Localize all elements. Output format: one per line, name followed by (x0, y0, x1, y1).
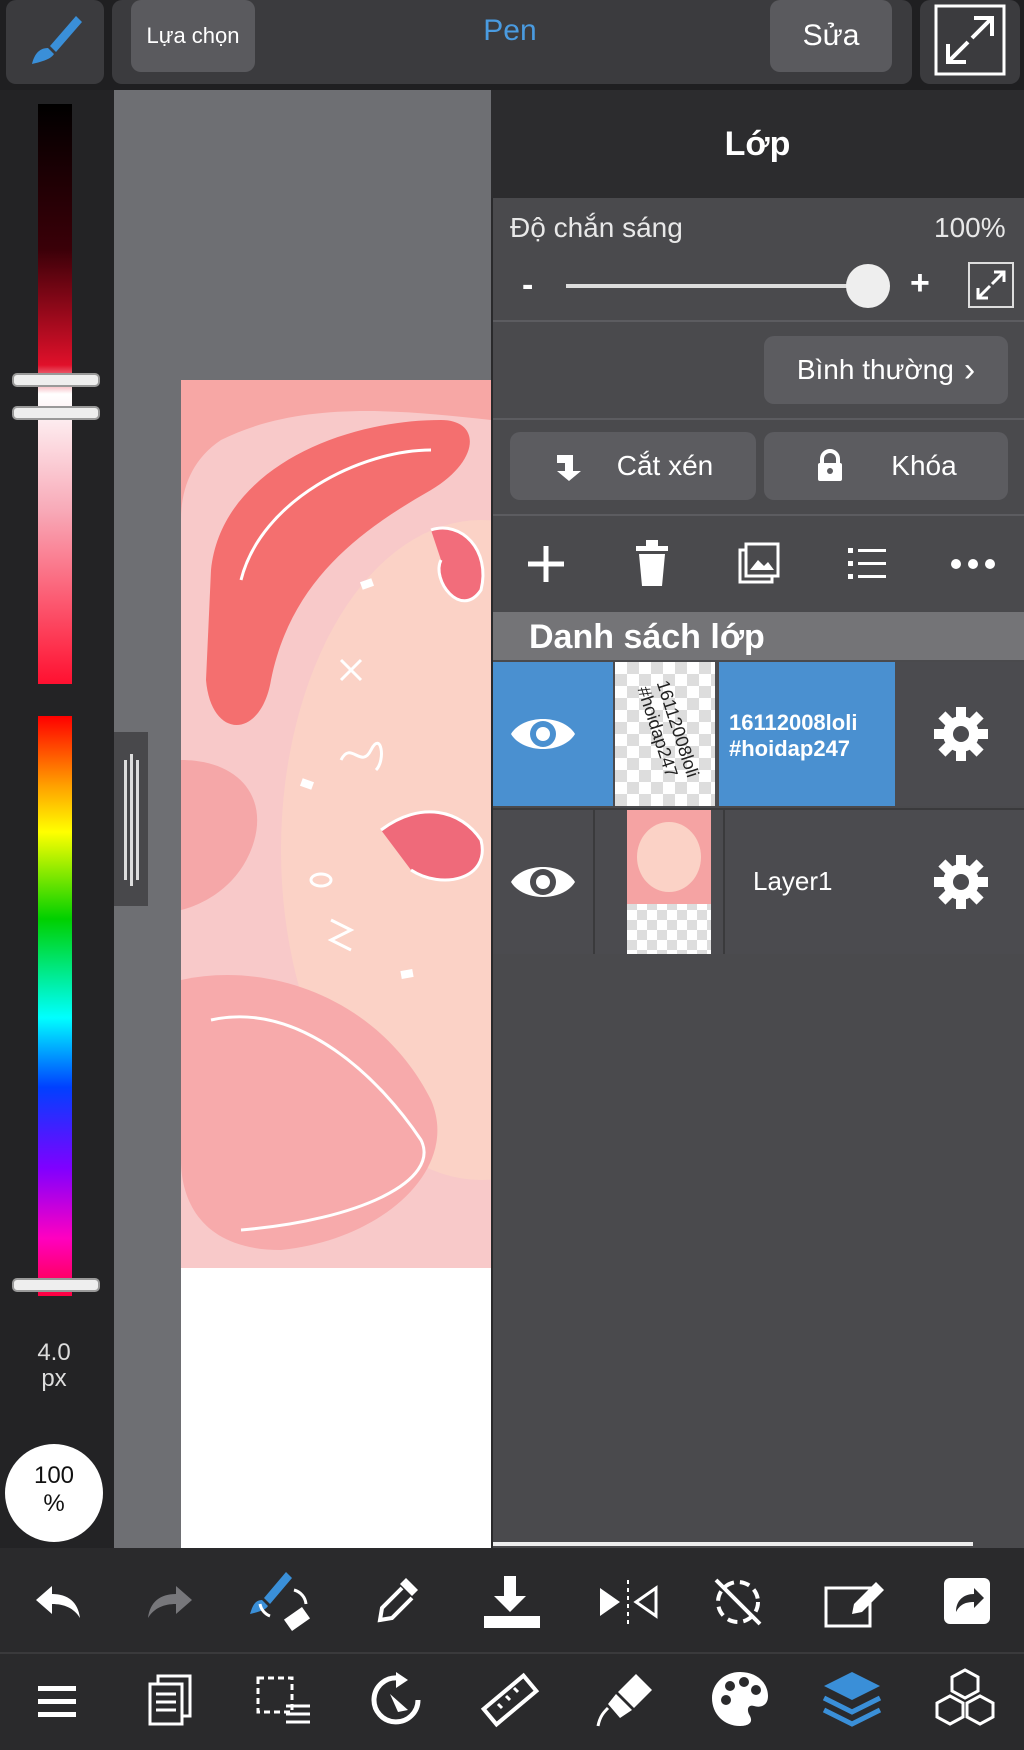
layer-thumbnail (627, 810, 711, 954)
eye-icon (511, 719, 575, 749)
layer-name[interactable]: 16112008loli #hoidap247 (719, 662, 895, 806)
lock-button[interactable]: Khóa (764, 432, 1008, 500)
opacity-expand-button[interactable] (968, 262, 1014, 308)
expand-icon (934, 4, 1006, 76)
edit-label: Sửa (802, 19, 860, 52)
brush-opacity-button[interactable]: 100 % (5, 1444, 103, 1542)
selection-button[interactable]: Lựa chọn (131, 0, 255, 72)
undo-icon[interactable] (34, 1582, 82, 1622)
layer-row[interactable]: 16112008loli #hoidap247 16112008loli #ho… (493, 662, 1024, 806)
transform-icon[interactable] (368, 1670, 428, 1728)
layer-visibility-toggle[interactable] (493, 662, 593, 806)
import-icon[interactable] (482, 1574, 542, 1630)
fill-icon[interactable] (596, 1672, 656, 1728)
brush-eraser-swap-icon[interactable] (250, 1570, 316, 1636)
more-icon[interactable] (950, 556, 996, 572)
layer-list-header: Danh sách lớp (493, 612, 1024, 660)
brush-size-value: 4.0 (37, 1339, 71, 1366)
divider (493, 418, 1024, 420)
layer-opacity-label: Độ chắn sáng (510, 212, 683, 243)
share-icon[interactable] (944, 1578, 990, 1624)
layer-panel-title-text: Lớp (724, 124, 791, 163)
selection-icon[interactable] (256, 1676, 312, 1726)
materials-icon[interactable] (934, 1668, 996, 1730)
opacity-slider-track[interactable] (566, 284, 872, 288)
opacity-decrease-button[interactable]: - (522, 266, 533, 305)
menu-icon[interactable] (38, 1686, 76, 1718)
opacity-increase-button[interactable]: + (910, 264, 930, 303)
brush-size-display[interactable]: 4.0 px (20, 1340, 88, 1392)
panel-scroll-indicator (493, 1542, 973, 1546)
edit-canvas-icon[interactable] (824, 1574, 884, 1628)
layer-name-line1: 16112008loli (729, 710, 858, 735)
pages-icon[interactable] (148, 1674, 192, 1726)
layers-icon[interactable] (822, 1668, 882, 1728)
clipping-label: Cắt xén (616, 450, 714, 481)
canvas-artwork[interactable] (181, 380, 491, 1270)
expand-icon (976, 270, 1006, 300)
rotate-lock-icon[interactable] (710, 1574, 766, 1630)
lock-label: Khóa (891, 450, 957, 481)
brightness-handle-bottom[interactable] (12, 406, 100, 420)
panel-divider-handle[interactable] (114, 732, 148, 906)
ruler-icon[interactable] (480, 1672, 540, 1728)
brush-icon (32, 16, 82, 64)
brush-tool-button[interactable] (6, 0, 104, 84)
layer-opacity-value: 100% (934, 212, 1006, 243)
clipping-button[interactable]: Cắt xén (510, 432, 756, 500)
fullscreen-button[interactable] (920, 0, 1020, 84)
eye-icon (511, 867, 575, 897)
brightness-slider[interactable] (38, 104, 72, 684)
add-layer-icon[interactable] (524, 542, 568, 586)
tool-mode-title[interactable]: Pen (380, 14, 640, 48)
lock-icon (818, 449, 843, 481)
canvas-white-area[interactable] (181, 1270, 491, 1548)
eyedropper-icon[interactable] (376, 1576, 420, 1626)
opacity-slider-handle[interactable] (846, 264, 890, 308)
layer-name-line2: #hoidap247 (729, 736, 851, 761)
gear-icon[interactable] (933, 854, 989, 910)
selection-label: Lựa chọn (146, 23, 240, 48)
blend-mode-label: Bình thường (796, 354, 954, 385)
layer-panel-title: Lớp (491, 90, 1024, 198)
divider (493, 514, 1024, 516)
blend-mode-button[interactable]: Bình thường › (764, 336, 1008, 404)
layer-name[interactable]: Layer1 (753, 866, 833, 897)
redo-icon[interactable] (146, 1582, 194, 1622)
layer-thumbnail: 16112008loli #hoidap247 (615, 662, 715, 806)
brush-opacity-unit: % (43, 1490, 65, 1517)
edit-button[interactable]: Sửa (770, 0, 892, 72)
chevron-right-icon: › (963, 350, 976, 389)
flip-icon[interactable] (598, 1580, 658, 1624)
gear-icon[interactable] (933, 706, 989, 762)
brush-size-unit: px (41, 1365, 67, 1392)
layer-visibility-toggle[interactable] (493, 810, 593, 954)
brush-opacity-value: 100 (33, 1462, 75, 1489)
layer-row[interactable]: Layer1 (493, 808, 1024, 954)
delete-layer-icon[interactable] (634, 540, 670, 586)
hue-slider[interactable] (38, 716, 72, 1296)
layer-list-icon[interactable] (848, 546, 886, 582)
divider (493, 320, 1024, 322)
clip-arrow-icon (556, 455, 581, 481)
brightness-handle-top[interactable] (12, 373, 100, 387)
hue-handle[interactable] (12, 1278, 100, 1292)
layer-list-header-text: Danh sách lớp (529, 618, 765, 656)
image-layer-icon[interactable] (738, 542, 780, 584)
palette-icon[interactable] (710, 1670, 770, 1728)
